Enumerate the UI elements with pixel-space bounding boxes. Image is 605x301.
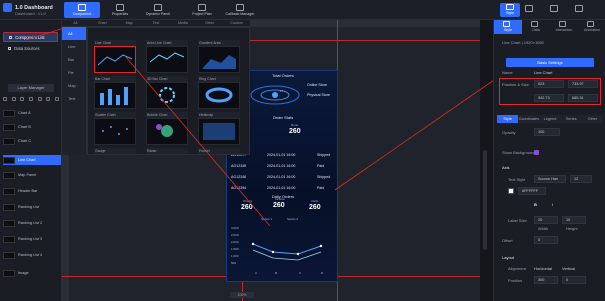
bold-button[interactable]: B (534, 202, 537, 207)
label-size-a[interactable]: 20 (534, 216, 558, 224)
subtab-style[interactable]: Style (497, 115, 519, 123)
breadcrumb: Line Chart | 1920×1080 (502, 40, 544, 45)
x-input[interactable]: 623 (534, 80, 564, 88)
animation-icon (587, 21, 594, 27)
properties-panel: Style Data Interaction Animation Line Ch… (493, 20, 605, 301)
subtab-coordinates[interactable]: Coordinates (518, 115, 539, 123)
subtab-series[interactable]: Series (561, 115, 582, 123)
h-input[interactable]: 685.31 (568, 94, 598, 102)
label-size-b[interactable]: 10 (562, 216, 586, 224)
layout-label: Alignment (508, 266, 526, 271)
canvas-scrollbar[interactable] (483, 150, 487, 250)
w-input[interactable]: 342.73 (534, 94, 564, 102)
subtab-other[interactable]: Other (582, 115, 603, 123)
background-checkbox[interactable] (534, 150, 539, 155)
tab-style[interactable]: Style (494, 20, 522, 34)
properties-tabs: Style Data Interaction Animation (494, 20, 605, 34)
italic-button[interactable]: I (552, 202, 553, 207)
layout-vertical-radio[interactable]: Vertical (562, 266, 575, 271)
tab-interaction[interactable]: Interaction (550, 20, 578, 34)
layout-section-title[interactable]: Layout (502, 255, 514, 260)
component-name-label: Name (502, 70, 513, 75)
bg-label: Show Background (502, 150, 535, 155)
label-size-label: Label Size (508, 218, 527, 223)
style-icon (503, 21, 510, 27)
font-family-select[interactable]: Source Han (534, 175, 566, 183)
component-name-value: Line Chart (534, 70, 553, 75)
style-subtabs: Style Coordinates Legend Series Other (497, 115, 603, 123)
offset-label: Offset (502, 238, 513, 243)
font-size-select[interactable]: 12 (570, 175, 592, 183)
interaction-icon (559, 21, 566, 27)
pos-input[interactable]: 300 (534, 276, 558, 284)
color-swatch[interactable] (508, 188, 514, 194)
y-input[interactable]: 733.97 (568, 80, 598, 88)
color-input[interactable]: #FFFFFF (518, 187, 546, 195)
axis-section-title[interactable]: Axis (502, 165, 510, 170)
font-family-label: Text Style (508, 177, 526, 182)
basic-settings-button[interactable]: Basic Settings (506, 58, 594, 67)
tab-data[interactable]: Data (522, 20, 550, 34)
width-label: Width (538, 226, 549, 231)
opacity-input[interactable]: 100 (534, 128, 560, 136)
pos-input-2[interactable]: 0 (562, 276, 586, 284)
pos-label: Position (508, 278, 523, 283)
offset-input[interactable]: 0 (534, 236, 558, 244)
zoom-indicator[interactable]: 100% (230, 292, 254, 298)
tab-animation[interactable]: Animation (578, 20, 605, 34)
subtab-legend[interactable]: Legend (539, 115, 560, 123)
opacity-label: Opacity (502, 130, 516, 135)
data-icon (531, 21, 538, 27)
size-label: Position & Size (502, 82, 529, 87)
height-label: Height (566, 226, 578, 231)
layout-horizontal-radio[interactable]: Horizontal (534, 266, 552, 271)
